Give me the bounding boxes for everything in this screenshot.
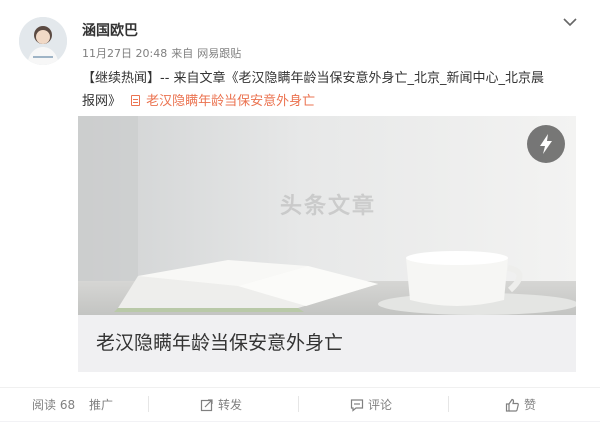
article-link-label: 老汉隐瞒年龄当保安意外身亡: [146, 94, 316, 109]
divider: [148, 396, 149, 412]
watermark: 头条文章: [280, 194, 377, 219]
comment-icon: [350, 398, 364, 415]
lightning-icon[interactable]: [527, 125, 565, 163]
read-number: 68: [59, 398, 76, 412]
promote-button[interactable]: 推广: [89, 396, 113, 413]
post-text-line1: 【继续热闻】-- 来自文章《老汉隐瞒年龄当保安意外身亡_北京_新闻中心_北京晨: [82, 71, 545, 86]
thumbs-up-icon: [505, 398, 520, 415]
read-count: 阅读 68: [32, 396, 75, 413]
post-meta: 11月27日 20:48 来自 网易跟贴: [82, 45, 245, 61]
divider: [448, 396, 449, 412]
divider: [298, 396, 299, 412]
like-label: 赞: [524, 398, 537, 412]
post-time[interactable]: 11月27日 20:48: [82, 47, 167, 60]
comment-label: 评论: [368, 398, 393, 412]
document-link-icon: [131, 95, 141, 106]
article-link[interactable]: 老汉隐瞒年龄当保安意外身亡: [131, 94, 315, 109]
comment-button[interactable]: 评论: [350, 396, 392, 415]
username[interactable]: 涵国欧巴: [82, 20, 138, 40]
post-footer: 阅读 68 推广 转发 评论 赞: [0, 387, 600, 422]
article-card[interactable]: 头条文章 老汉隐瞒年龄当保安意外身亡: [78, 116, 576, 372]
like-button[interactable]: 赞: [505, 396, 536, 415]
repost-icon: [200, 398, 214, 415]
source-prefix: 来自: [171, 47, 194, 60]
post-text: 【继续热闻】-- 来自文章《老汉隐瞒年龄当保安意外身亡_北京_新闻中心_北京晨 …: [82, 67, 582, 113]
repost-label: 转发: [218, 398, 243, 412]
post-text-line2: 报网》: [82, 94, 122, 109]
repost-button[interactable]: 转发: [200, 396, 242, 415]
read-label: 阅读: [32, 398, 57, 412]
post-source[interactable]: 网易跟贴: [197, 47, 241, 60]
chevron-down-icon[interactable]: [560, 14, 580, 30]
weibo-post-card: 涵国欧巴 11月27日 20:48 来自 网易跟贴 【继续热闻】-- 来自文章《老汉…: [0, 0, 600, 421]
avatar[interactable]: [19, 17, 67, 65]
article-title: 老汉隐瞒年龄当保安意外身亡: [96, 332, 344, 354]
